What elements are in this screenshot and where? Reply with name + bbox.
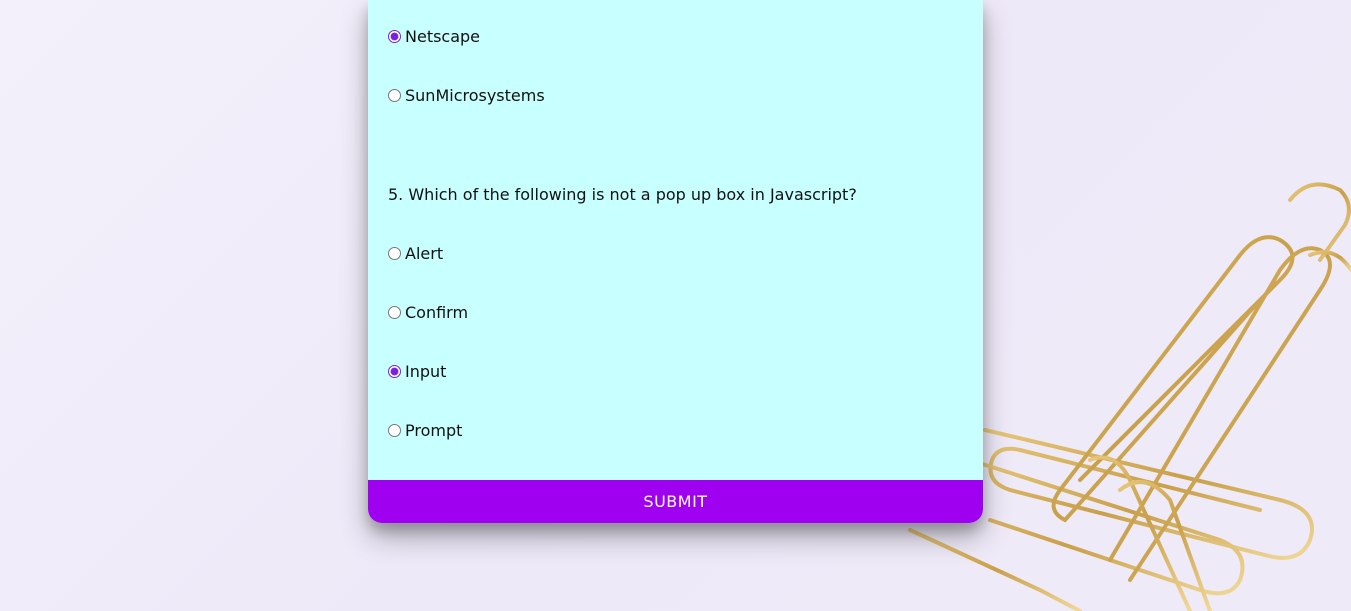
q5-radio-input[interactable] [388, 365, 401, 378]
q5-option-label: Alert [405, 244, 444, 263]
q5-option-label: Input [405, 362, 447, 381]
question-5-text: 5. Which of the following is not a pop u… [388, 185, 857, 204]
q4-option-label: SunMicrosystems [405, 86, 545, 105]
q5-option-label: Confirm [405, 303, 469, 322]
q4-option-sunmicrosystems[interactable]: SunMicrosystems [388, 86, 545, 105]
quiz-card: Netscape SunMicrosystems 5. Which of the… [368, 0, 983, 523]
q4-option-label: Netscape [405, 27, 481, 46]
q4-radio-sunmicrosystems[interactable] [388, 89, 401, 102]
q5-option-confirm[interactable]: Confirm [388, 303, 468, 322]
q4-option-netscape[interactable]: Netscape [388, 27, 480, 46]
submit-button[interactable]: SUBMIT [368, 480, 983, 523]
q5-option-label: Prompt [405, 421, 463, 440]
q5-option-input[interactable]: Input [388, 362, 446, 381]
q5-radio-prompt[interactable] [388, 424, 401, 437]
q4-radio-netscape[interactable] [388, 30, 401, 43]
q5-option-alert[interactable]: Alert [388, 244, 443, 263]
q5-radio-confirm[interactable] [388, 306, 401, 319]
q5-option-prompt[interactable]: Prompt [388, 421, 462, 440]
q5-radio-alert[interactable] [388, 247, 401, 260]
